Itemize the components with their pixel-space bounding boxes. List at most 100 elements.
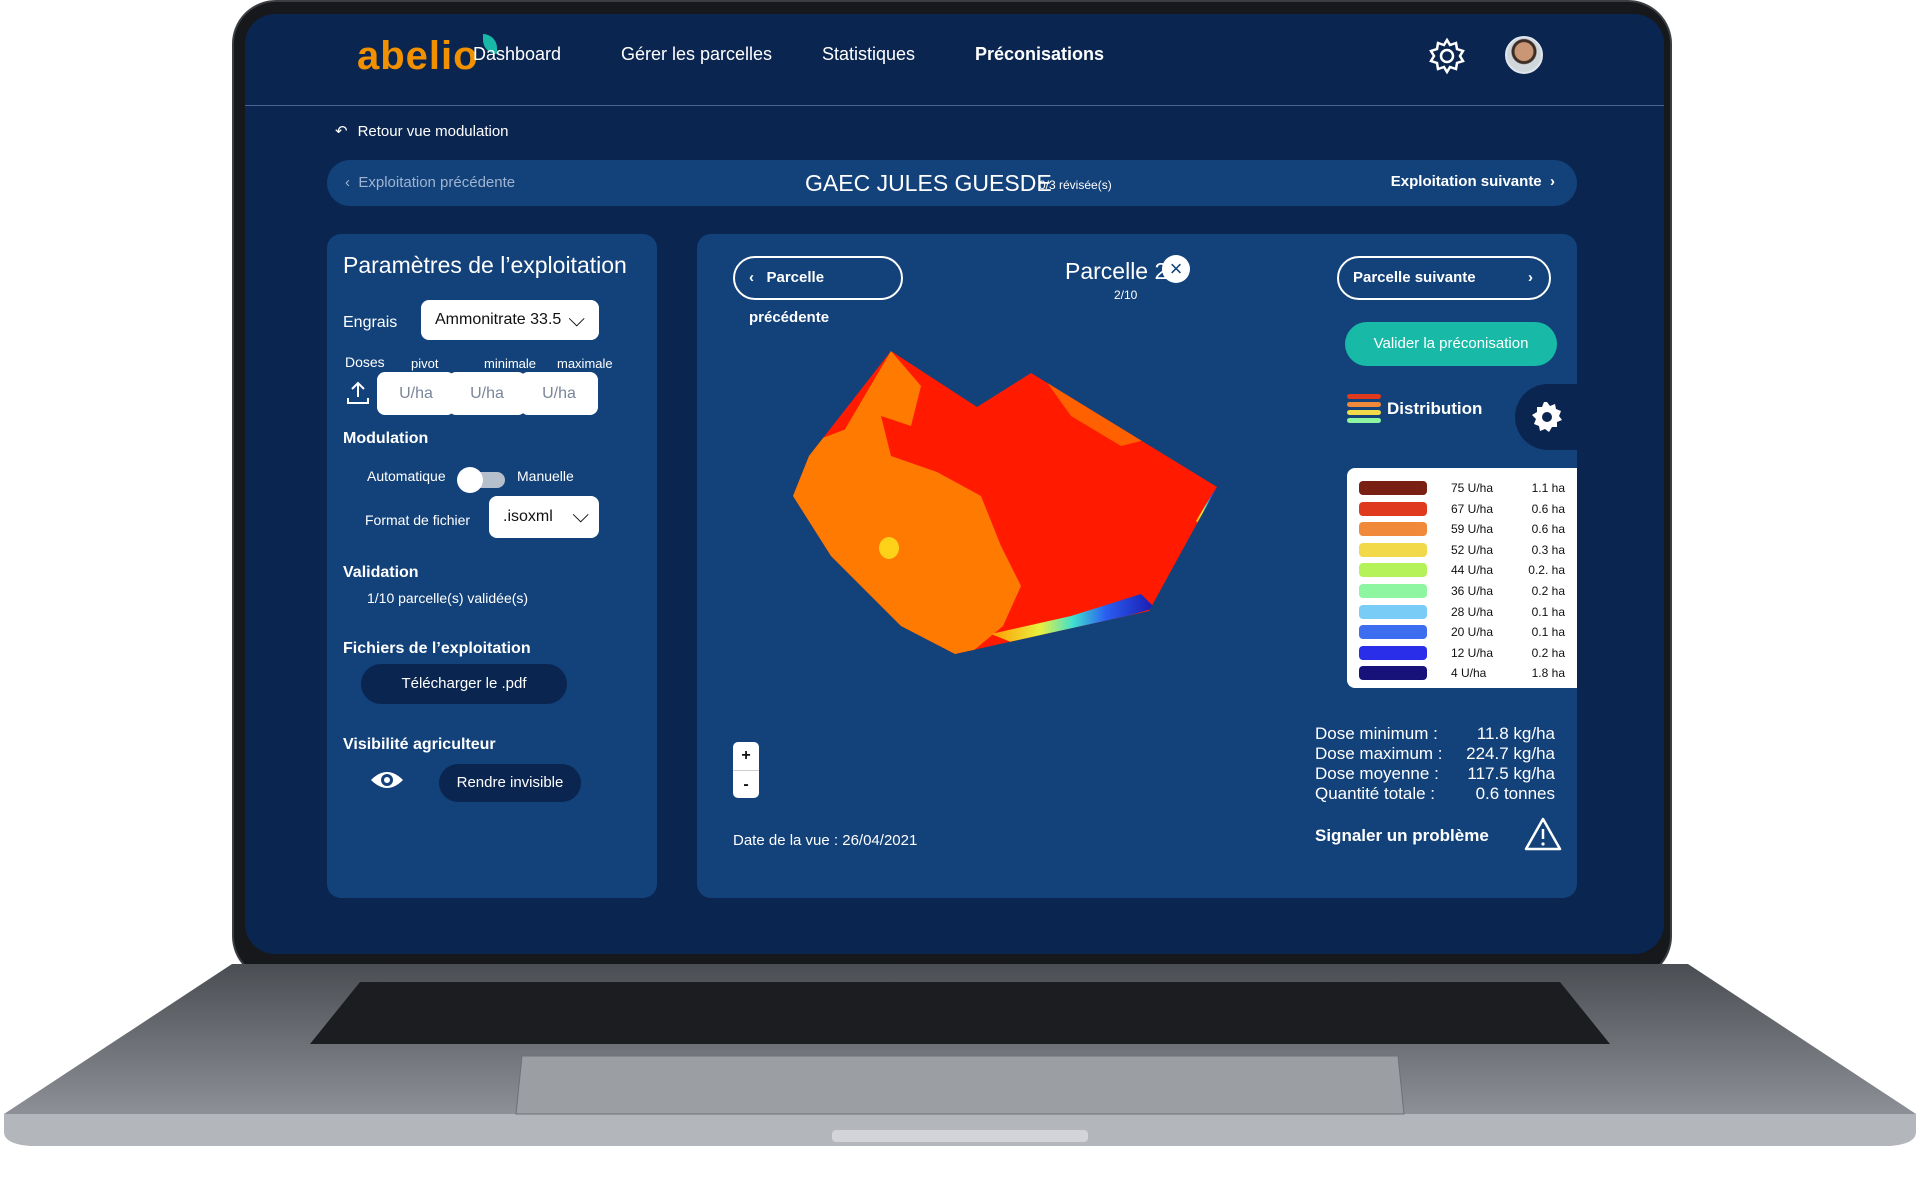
legend-row: 59 U/ha 0.6 ha <box>1359 519 1569 537</box>
farm-navigation-bar: ‹ Exploitation précédente GAEC JULES GUE… <box>327 160 1577 206</box>
legend-row: 28 U/ha 0.1 ha <box>1359 602 1569 620</box>
view-date: Date de la vue : 26/04/2021 <box>733 832 918 849</box>
stat-label: Dose maximum : <box>1315 744 1443 763</box>
legend-swatch <box>1359 584 1427 598</box>
stat-row: Quantité totale : 0.6 tonnes <box>1315 784 1555 804</box>
download-pdf-button[interactable]: Télécharger le .pdf <box>361 664 567 704</box>
legend-dose: 28 U/ha <box>1451 604 1494 619</box>
report-problem-link[interactable]: Signaler un problème <box>1315 826 1489 846</box>
legend-dose: 12 U/ha <box>1451 645 1494 660</box>
eye-icon <box>371 772 403 788</box>
logo-text: abelio <box>357 34 479 78</box>
previous-farm-button[interactable]: ‹ Exploitation précédente <box>345 174 515 191</box>
farm-files-label: Fichiers de l’exploitation <box>343 640 531 657</box>
nav-dashboard[interactable]: Dashboard <box>473 44 561 65</box>
legend-row: 4 U/ha 1.8 ha <box>1359 663 1569 681</box>
chevron-right-icon: › <box>1528 269 1533 286</box>
legend-area: 1.1 ha <box>1531 481 1565 495</box>
legend-dose: 44 U/ha <box>1451 563 1494 578</box>
validate-recommendation-button[interactable]: Valider la préconisation <box>1345 322 1557 366</box>
distribution-legend: 75 U/ha 1.1 ha 67 U/ha 0.6 ha 59 U/ha 0.6 ha 5… <box>1347 468 1577 688</box>
fertilizer-select[interactable]: Ammonitrate 33.5 ⌵ <box>421 300 599 340</box>
back-link-label: Retour vue modulation <box>357 123 509 140</box>
gear-icon[interactable] <box>1427 36 1467 76</box>
chevron-down-icon: ⌵ <box>568 306 585 331</box>
legend-dose: 67 U/ha <box>1451 501 1494 516</box>
dose-col-max: maximale <box>557 356 613 371</box>
legend-row: 52 U/ha 0.3 ha <box>1359 540 1569 558</box>
legend-area: 0.2 ha <box>1531 645 1565 660</box>
legend-dose: 75 U/ha <box>1451 481 1494 495</box>
laptop-mockup: abelio Dashboard Gérer les parcelles Sta… <box>0 0 1920 1177</box>
stat-row: Dose maximum : 224.7 kg/ha <box>1315 744 1555 764</box>
abelio-logo[interactable]: abelio <box>357 34 497 79</box>
dose-min-input[interactable]: U/ha <box>448 372 526 415</box>
gear-icon <box>1532 402 1562 432</box>
undo-arrow-icon: ↶ <box>335 123 348 140</box>
top-navigation: abelio Dashboard Gérer les parcelles Sta… <box>245 14 1664 106</box>
nav-recommendations[interactable]: Préconisations <box>975 44 1104 65</box>
parcel-modulation-map[interactable] <box>741 326 1301 746</box>
dose-col-pivot: pivot <box>411 356 439 371</box>
legend-area: 0.1 ha <box>1531 625 1565 640</box>
legend-area: 0.2 ha <box>1531 584 1565 598</box>
next-farm-button[interactable]: Exploitation suivante › <box>1391 173 1555 190</box>
modulation-toggle[interactable] <box>457 467 505 493</box>
parcel-index: 2/10 <box>1114 288 1138 302</box>
chevron-right-icon: › <box>1541 173 1555 190</box>
legend-dose: 20 U/ha <box>1451 625 1494 640</box>
nav-statistics[interactable]: Statistiques <box>822 44 915 65</box>
stat-label: Dose minimum : <box>1315 724 1438 743</box>
user-avatar[interactable] <box>1505 36 1543 74</box>
make-invisible-button[interactable]: Rendre invisible <box>439 764 581 802</box>
fertilizer-label: Engrais <box>343 314 398 331</box>
legend-swatch <box>1359 481 1427 495</box>
distribution-settings-button[interactable] <box>1515 384 1577 450</box>
zoom-in-button[interactable]: + <box>733 742 759 770</box>
farm-parameters-panel: Paramètres de l’exploitation Engrais Amm… <box>327 234 657 898</box>
legend-dose: 59 U/ha <box>1451 522 1494 537</box>
farmer-visibility-label: Visibilité agriculteur <box>343 736 496 753</box>
legend-swatch <box>1359 666 1427 681</box>
stat-value: 224.7 kg/ha <box>1466 744 1555 763</box>
legend-dose: 36 U/ha <box>1451 584 1494 598</box>
validation-status: 1/10 parcelle(s) validée(s) <box>367 590 529 606</box>
legend-row: 67 U/ha 0.6 ha <box>1359 499 1569 517</box>
file-format-select[interactable]: .isoxml ⌵ <box>489 496 599 538</box>
nav-manage-parcels[interactable]: Gérer les parcelles <box>621 44 772 65</box>
legend-row: 12 U/ha 0.2 ha <box>1359 643 1569 661</box>
map-zone-low <box>879 537 899 559</box>
close-icon[interactable]: × <box>1162 255 1190 283</box>
next-farm-label: Exploitation suivante <box>1390 173 1542 190</box>
stat-row: Dose moyenne : 117.5 kg/ha <box>1315 764 1555 784</box>
back-to-modulation-link[interactable]: ↶ Retour vue modulation <box>335 122 509 140</box>
previous-parcel-button[interactable]: ‹ Parcelle précédente <box>733 256 903 326</box>
legend-swatch <box>1359 542 1427 557</box>
chevron-left-icon: ‹ <box>345 174 359 191</box>
warning-icon[interactable] <box>1523 816 1563 852</box>
dose-pivot-input[interactable]: U/ha <box>377 372 455 415</box>
legend-swatch <box>1359 645 1427 660</box>
toggle-knob <box>457 467 483 493</box>
legend-row: 44 U/ha 0.2. ha <box>1359 560 1569 578</box>
file-format-label: Format de fichier <box>365 512 471 528</box>
map-zoom-control: + - <box>733 742 759 798</box>
farm-review-count: 0/3 révisée(s) <box>1039 178 1112 192</box>
legend-row: 75 U/ha 1.1 ha <box>1359 478 1569 496</box>
legend-swatch <box>1359 625 1427 640</box>
panel-title: Paramètres de l’exploitation <box>343 252 627 278</box>
dose-max-input[interactable]: U/ha <box>520 372 598 415</box>
mode-manual-label: Manuelle <box>517 468 574 484</box>
stat-label: Dose moyenne : <box>1315 764 1439 783</box>
stat-value: 117.5 kg/ha <box>1467 764 1555 783</box>
distribution-icon <box>1347 394 1381 428</box>
zoom-out-button[interactable]: - <box>733 770 759 798</box>
legend-dose: 52 U/ha <box>1451 542 1494 557</box>
next-parcel-button[interactable]: Parcelle suivante › <box>1337 256 1551 300</box>
parcel-panel: ‹ Parcelle précédente Parcelle 2 × 2/10 … <box>697 234 1577 898</box>
legend-dose: 4 U/ha <box>1451 666 1487 681</box>
chevron-left-icon: ‹ <box>749 269 767 286</box>
legend-area: 0.2. ha <box>1528 563 1565 578</box>
upload-icon[interactable] <box>345 380 371 406</box>
legend-area: 0.6 ha <box>1531 522 1565 537</box>
